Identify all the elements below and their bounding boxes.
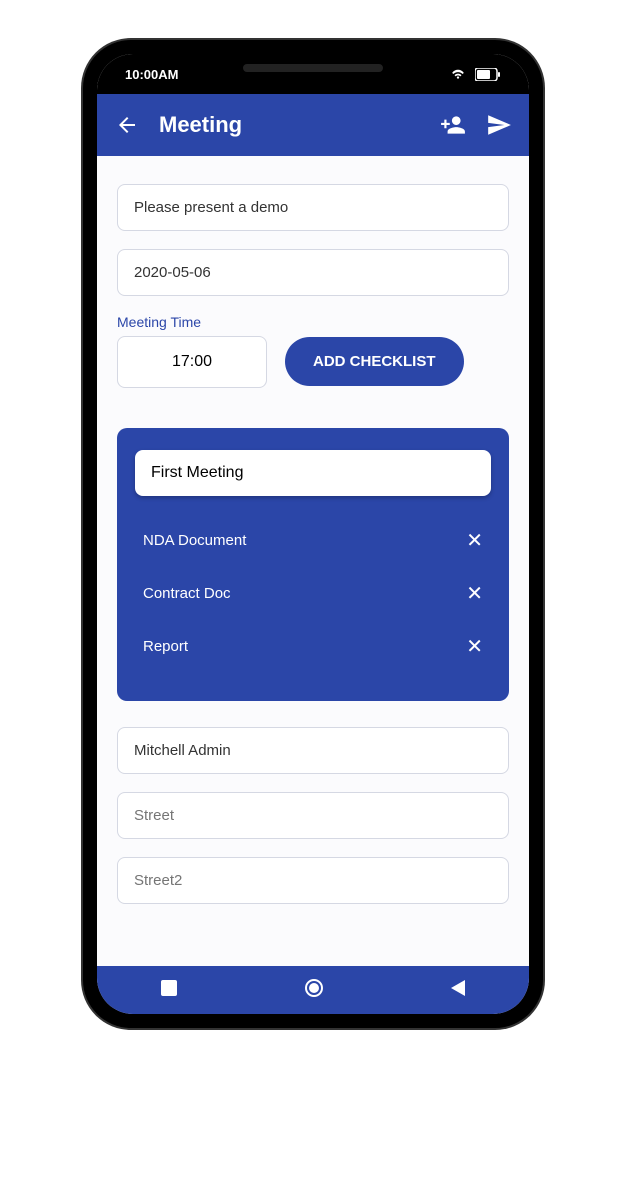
send-button[interactable]	[485, 111, 513, 139]
checklist-card: NDA Document ✕ Contract Doc ✕ Report ✕	[117, 428, 509, 701]
checklist-item: NDA Document ✕	[135, 514, 491, 567]
time-block: Meeting Time 17:00	[117, 314, 267, 388]
square-icon	[161, 980, 177, 996]
phone-screen: 10:00AM Meeting Please present a demo 20…	[97, 54, 529, 1014]
send-icon	[486, 112, 512, 138]
checklist-item-label: NDA Document	[143, 532, 246, 549]
close-icon[interactable]: ✕	[466, 528, 483, 553]
description-field[interactable]: Please present a demo	[117, 184, 509, 231]
street-field[interactable]	[117, 792, 509, 839]
status-indicators	[423, 67, 501, 81]
back-button[interactable]	[113, 111, 141, 139]
signal-icon	[423, 67, 441, 81]
arrow-back-icon	[115, 113, 139, 137]
close-icon[interactable]: ✕	[466, 581, 483, 606]
app-bar: Meeting	[97, 94, 529, 156]
person-add-icon	[440, 112, 466, 138]
android-nav-bar	[97, 966, 529, 1014]
phone-frame: 10:00AM Meeting Please present a demo 20…	[83, 40, 543, 1028]
partner-field[interactable]: Mitchell Admin	[117, 727, 509, 774]
checklist-title-field[interactable]	[135, 450, 491, 496]
circle-icon	[304, 978, 324, 998]
time-label: Meeting Time	[117, 314, 267, 330]
add-person-button[interactable]	[439, 111, 467, 139]
checklist-item-label: Contract Doc	[143, 585, 231, 602]
form-content[interactable]: Please present a demo 2020-05-06 Meeting…	[97, 156, 529, 966]
street2-field[interactable]	[117, 857, 509, 904]
checklist-item-label: Report	[143, 638, 188, 655]
date-field[interactable]: 2020-05-06	[117, 249, 509, 296]
time-row: Meeting Time 17:00 ADD CHECKLIST	[117, 314, 509, 388]
nav-home-button[interactable]	[304, 978, 324, 1003]
phone-speaker	[243, 64, 383, 72]
checklist-item: Contract Doc ✕	[135, 567, 491, 620]
wifi-icon	[449, 67, 467, 81]
nav-back-button[interactable]	[451, 980, 465, 1001]
close-icon[interactable]: ✕	[466, 634, 483, 659]
page-title: Meeting	[159, 112, 421, 138]
triangle-back-icon	[451, 980, 465, 996]
nav-recent-button[interactable]	[161, 980, 177, 1001]
add-checklist-button[interactable]: ADD CHECKLIST	[285, 337, 464, 386]
status-time: 10:00AM	[125, 67, 178, 82]
status-bar: 10:00AM	[97, 54, 529, 94]
battery-icon	[475, 68, 501, 81]
time-field[interactable]: 17:00	[117, 336, 267, 388]
checklist-item: Report ✕	[135, 620, 491, 673]
